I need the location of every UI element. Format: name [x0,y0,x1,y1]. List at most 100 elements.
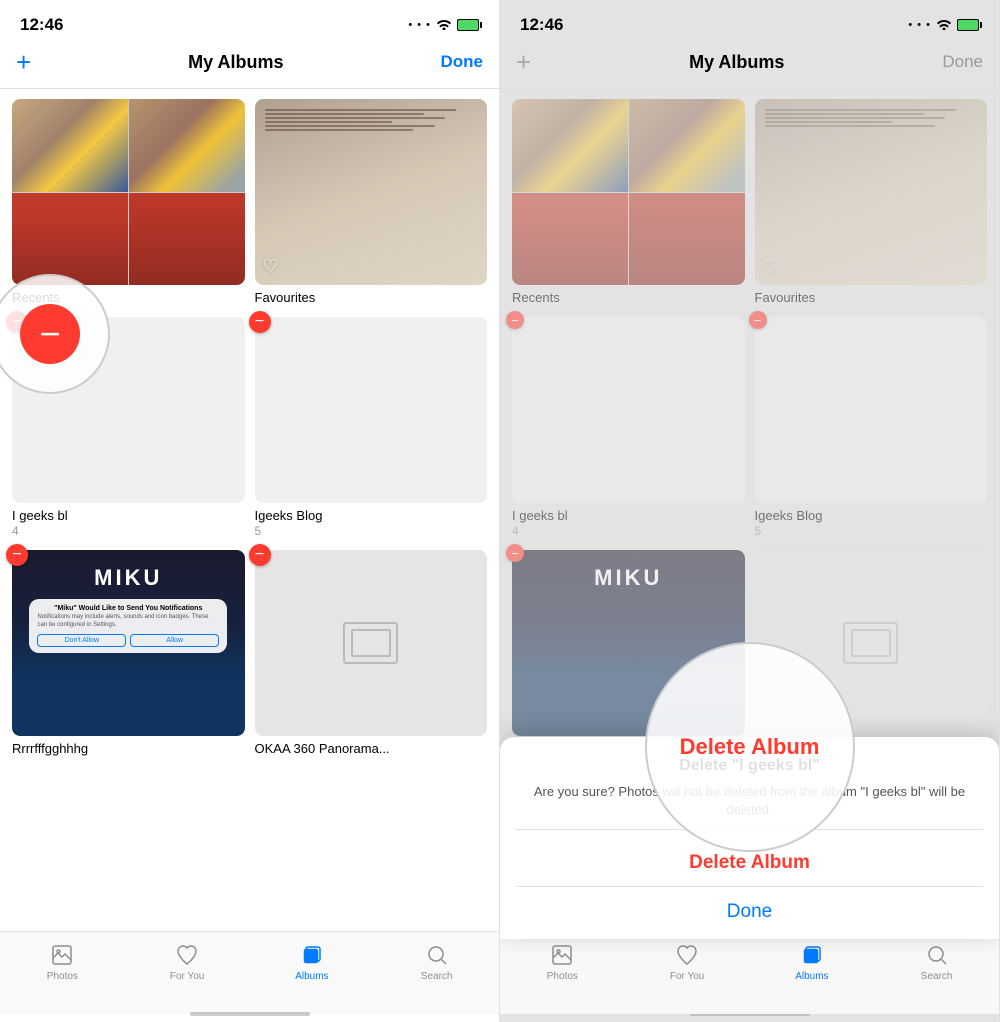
home-bar-left [190,1012,310,1016]
tab-for-you-left[interactable]: For You [125,942,250,982]
signal-icon-left: • • • [408,19,431,31]
pano-outer-rect-right [843,622,898,664]
status-bar-right: 12:46 • • • [500,0,999,44]
album-thumb-inner-favourites [255,99,488,285]
album-count-igeeks-blog-left: 5 [255,524,488,538]
album-name-okaa360-left: OKAA 360 Panorama... [255,741,488,756]
miku-label-right: MIKU [594,565,662,591]
nav-bar-right: + My Albums Done [500,44,999,88]
fav-line-r5 [765,125,935,127]
miku-photo: MIKU "Miku" Would Like to Send You Notif… [12,550,245,736]
dont-allow-btn[interactable]: Don't Allow [37,634,126,647]
album-thumb-recents-left [12,99,245,285]
recents-cell-4-right [629,193,745,286]
signal-icon-right: • • • [908,19,931,31]
album-name-favourites-right: Favourites [755,290,988,305]
pano-inner-rect-right [851,629,891,657]
right-phone-panel: 12:46 • • • + My Albums Done [500,0,1000,1022]
nav-bar-left: + My Albums Done [0,44,499,88]
tab-label-photos-left: Photos [47,971,78,982]
delete-button-igeeks-blog-right[interactable]: − [749,311,767,329]
heart-icon-favourites-right: ♡ [763,256,779,277]
battery-icon-right [957,19,979,31]
album-item-recents-right[interactable]: Recents [512,99,745,305]
alert-divider-2 [516,886,983,887]
done-button-right[interactable]: Done [942,52,983,72]
delete-button-igeeks-bl-right[interactable]: − [506,311,524,329]
album-name-igeeks-blog-left: Igeeks Blog [255,508,488,523]
album-thumb-inner-recents-right [512,99,745,285]
fav-line-r1 [765,109,956,111]
album-thumb-inner-recents [12,99,245,285]
done-button-left[interactable]: Done [441,52,484,72]
for-you-icon-right [674,942,700,968]
album-item-igeeks-bl-right[interactable]: − I geeks bl 4 [512,317,745,538]
tab-label-albums-left: Albums [295,971,328,982]
recents-cell-4 [129,193,245,286]
tab-albums-right[interactable]: Albums [750,942,875,982]
pano-outer-rect [343,622,398,664]
album-thumb-rrrrfffgghhhg-left: MIKU "Miku" Would Like to Send You Notif… [12,550,245,736]
album-name-igeeks-blog-right: Igeeks Blog [755,508,988,523]
tab-label-for-you-right: For You [670,971,704,982]
add-album-button-left[interactable]: + [16,47,31,78]
delete-button-rrrrfffgghhhg-left[interactable]: − [6,544,28,566]
add-album-button-right[interactable]: + [516,47,531,78]
tab-for-you-right[interactable]: For You [625,942,750,982]
tab-bar-left: Photos For You Albums Search [0,931,499,1014]
recents-cell-3 [12,193,128,286]
delete-button-igeeks-blog-left[interactable]: − [249,311,271,333]
album-item-favourites-right[interactable]: ♡ Favourites [755,99,988,305]
tab-albums-left[interactable]: Albums [250,942,375,982]
fav-line-5 [265,125,435,127]
delete-button-okaa360-left[interactable]: − [249,544,271,566]
album-item-rrrrfffgghhhg-left[interactable]: − MIKU "Miku" Would Like to Send You Not… [12,550,245,756]
fav-line-r3 [765,117,946,119]
wifi-icon-left [436,18,452,33]
notif-title-text: "Miku" Would Like to Send You Notificati… [37,605,219,612]
pano-inner-rect [351,629,391,657]
photos-icon-left [49,942,75,968]
fav-line-r4 [765,121,893,123]
heart-icon-favourites: ♡ [263,256,279,277]
delete-circle-magnifier: Delete Album [645,642,855,852]
wifi-icon-right [936,18,952,33]
tab-search-right[interactable]: Search [874,942,999,982]
status-time-right: 12:46 [520,15,563,35]
fav-line-1 [265,109,456,111]
status-icons-left: • • • [408,18,479,33]
status-time-left: 12:46 [20,15,63,35]
album-item-favourites-left[interactable]: ♡ Favourites [255,99,488,305]
big-delete-button[interactable]: − [20,304,80,364]
tab-label-search-right: Search [921,971,953,982]
tab-label-search-left: Search [421,971,453,982]
recents-grid-right [512,99,745,285]
delete-button-rrrrfffgghhhg-right[interactable]: − [506,544,524,562]
album-item-okaa360-left[interactable]: − OKAA 360 Panorama... [255,550,488,756]
tab-photos-left[interactable]: Photos [0,942,125,982]
recents-cell-2 [129,99,245,192]
tab-photos-right[interactable]: Photos [500,942,625,982]
miku-label: MIKU [94,565,162,591]
albums-icon-right [799,942,825,968]
album-item-igeeks-blog-right[interactable]: − Igeeks Blog 5 [755,317,988,538]
favourites-photo-right [755,99,988,285]
fav-line-4 [265,121,393,123]
album-count-igeeks-blog-right: 5 [755,524,988,538]
panorama-photo [255,550,488,736]
album-item-igeeks-blog-left[interactable]: − Igeeks Blog 5 [255,317,488,538]
album-name-favourites-left: Favourites [255,290,488,305]
notif-actions: Don't Allow Allow [37,634,219,647]
page-title-left: My Albums [188,52,283,73]
tab-search-left[interactable]: Search [374,942,499,982]
tab-label-photos-right: Photos [547,971,578,982]
page-title-right: My Albums [689,52,784,73]
album-name-recents-right: Recents [512,290,745,305]
cancel-alert-button[interactable]: Done [516,891,983,929]
recents-cell-1-right [512,99,628,192]
albums-area-left: Recents [0,89,499,931]
allow-btn[interactable]: Allow [130,634,219,647]
album-name-rrrrfffgghhhg-left: Rrrrfffgghhhg [12,741,245,756]
notif-body-text: Notifications may include alerts, sounds… [37,614,219,630]
search-icon-left [424,942,450,968]
